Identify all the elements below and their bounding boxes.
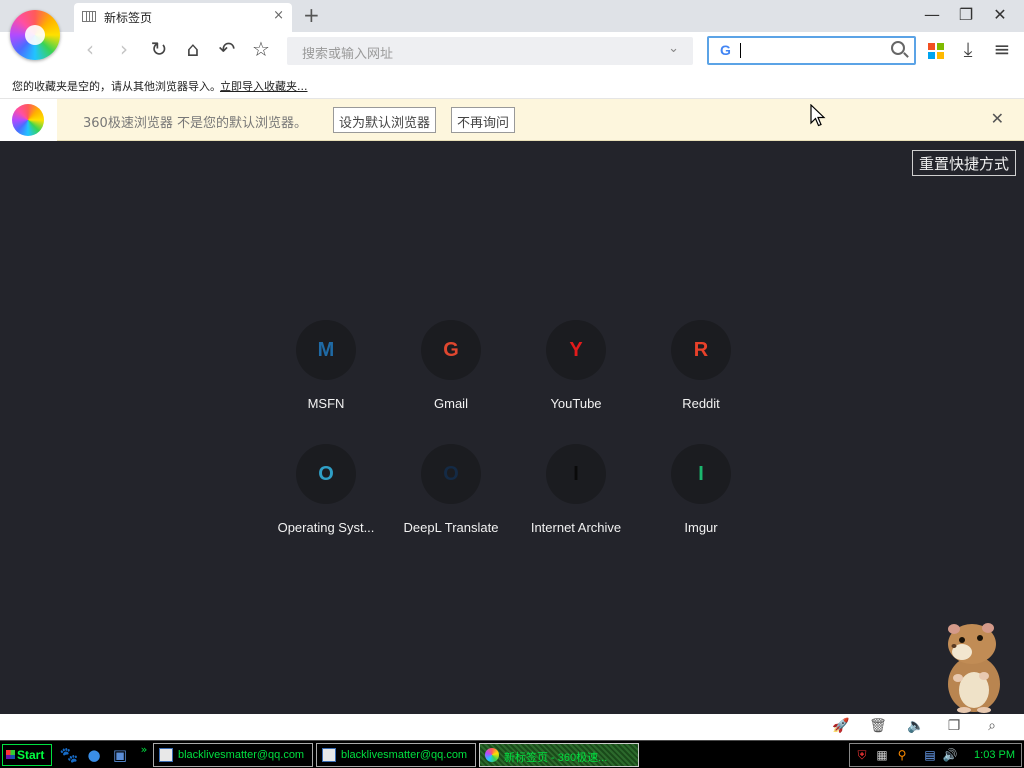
network-monitor-icon[interactable]: ▦ <box>874 748 890 764</box>
shortcut-label: YouTube <box>550 396 602 411</box>
shortcut-icon: Y <box>546 320 606 380</box>
window-icon[interactable]: ❐ <box>943 718 965 734</box>
tab-strip: 新标签页 × + — ❐ ✕ <box>0 0 1024 32</box>
taskbar: Start 🐾 ● ▣ » blacklivesmatter@qq.com bl… <box>0 740 1024 768</box>
shortcut-label: Gmail <box>434 396 468 411</box>
quicklaunch-explorer-icon[interactable]: ▣ <box>110 746 130 764</box>
text-caret <box>740 43 741 58</box>
taskbar-button-email-1[interactable]: blacklivesmatter@qq.com <box>153 743 313 767</box>
shortcut-gmail[interactable]: G Gmail <box>396 320 506 411</box>
mouse-cursor-icon <box>810 104 826 127</box>
apps-grid-icon[interactable] <box>928 43 944 59</box>
tab-new-tab[interactable]: 新标签页 × <box>74 3 292 32</box>
page-icon <box>82 11 96 22</box>
quicklaunch-chevron-icon[interactable]: » <box>134 743 154 756</box>
window-icon <box>322 748 336 762</box>
shortcut-label: MSFN <box>307 396 345 411</box>
shortcut-icon: G <box>421 320 481 380</box>
shortcut-label: Operating Syst... <box>277 520 375 535</box>
home-button[interactable]: ⌂ <box>179 37 207 61</box>
toolbar: ‹ › ↻ ⌂ ↶ ☆ 搜索或输入网址 ⌄ G ⤓ ≡ <box>0 32 1024 70</box>
download-icon[interactable]: ⤓ <box>955 37 981 61</box>
shield-icon[interactable]: ⛨ <box>854 748 870 764</box>
tab-close-icon[interactable]: × <box>273 8 284 23</box>
new-tab-button[interactable]: + <box>303 3 320 27</box>
infobar-close-icon[interactable]: ✕ <box>991 109 1004 128</box>
taskbar-button-browser[interactable]: 新标签页 - 360极速... <box>479 743 639 767</box>
shortcut-reddit[interactable]: R Reddit <box>646 320 756 411</box>
hamster-pet-image[interactable] <box>940 618 1006 714</box>
quicklaunch-cat-icon[interactable]: 🐾 <box>59 746 79 764</box>
search-input[interactable]: G <box>707 36 916 65</box>
shortcut-operating-systems[interactable]: O Operating Syst... <box>271 444 381 535</box>
minimize-button[interactable]: — <box>920 5 944 24</box>
shortcut-deepl[interactable]: O DeepL Translate <box>396 444 506 535</box>
close-window-button[interactable]: ✕ <box>988 5 1012 24</box>
address-dropdown-icon[interactable]: ⌄ <box>668 41 679 56</box>
menu-icon[interactable]: ≡ <box>989 37 1015 61</box>
shortcut-icon: I <box>671 444 731 504</box>
magnifier-icon[interactable]: ⚲ <box>894 748 910 764</box>
search-icon[interactable]: ⌕ <box>981 718 1003 734</box>
start-button[interactable]: Start <box>2 744 52 766</box>
dont-ask-button[interactable]: 不再询问 <box>451 107 516 133</box>
default-browser-infobar: 360极速浏览器 不是您的默认浏览器。 设为默认浏览器 不再询问 ✕ <box>0 99 1024 141</box>
shortcut-youtube[interactable]: Y YouTube <box>521 320 631 411</box>
system-tray: ⛨ ▦ ⚲ ▤ 🔊 1:03 PM <box>849 743 1022 767</box>
shortcut-label: Internet Archive <box>530 520 622 535</box>
shortcut-label: Imgur <box>684 520 718 535</box>
shortcut-icon: I <box>546 444 606 504</box>
shortcut-imgur[interactable]: I Imgur <box>646 444 756 535</box>
reload-button[interactable]: ↻ <box>145 37 173 61</box>
shortcut-icon: M <box>296 320 356 380</box>
address-bar[interactable]: 搜索或输入网址 ⌄ <box>287 37 693 65</box>
shortcut-icon: O <box>296 444 356 504</box>
shortcut-icon: O <box>421 444 481 504</box>
set-default-button[interactable]: 设为默认浏览器 <box>333 107 437 133</box>
tab-title: 新标签页 <box>104 11 153 25</box>
import-bookmarks-link[interactable]: 立即导入收藏夹... <box>220 78 308 94</box>
restore-button[interactable]: ❐ <box>954 5 978 24</box>
reset-shortcuts-button[interactable]: 重置快捷方式 <box>911 150 1016 176</box>
search-icon[interactable] <box>891 41 905 55</box>
network-icon[interactable]: ▤ <box>922 748 938 764</box>
browser-logo-icon <box>485 748 499 762</box>
undo-close-tab-button[interactable]: ↶ <box>213 37 241 61</box>
shortcut-label: Reddit <box>682 396 720 411</box>
taskbar-button-label: blacklivesmatter@qq.com <box>341 749 468 761</box>
bookmarks-empty-message: 您的收藏夹是空的，请从其他浏览器导入。 <box>12 80 221 93</box>
google-icon[interactable]: G <box>720 42 731 58</box>
trash-icon[interactable]: 🗑 <box>867 718 889 734</box>
taskbar-button-label: 新标签页 - 360极速... <box>504 752 608 764</box>
bookmarks-bar: 您的收藏夹是空的，请从其他浏览器导入。 立即导入收藏夹... <box>0 70 1024 99</box>
favorite-star-button[interactable]: ☆ <box>247 37 275 61</box>
speaker-icon[interactable]: 🔈 <box>905 718 927 734</box>
window-icon <box>159 748 173 762</box>
shortcut-internet-archive[interactable]: I Internet Archive <box>521 444 631 535</box>
quicklaunch-browser-icon[interactable]: ● <box>84 746 104 764</box>
shortcut-icon: R <box>671 320 731 380</box>
infobar-message: 360极速浏览器 不是您的默认浏览器。 <box>83 116 307 131</box>
forward-button[interactable]: › <box>110 37 138 61</box>
browser-logo[interactable] <box>10 10 60 60</box>
back-button[interactable]: ‹ <box>76 37 104 61</box>
shortcut-msfn[interactable]: M MSFN <box>271 320 381 411</box>
clock: 1:03 PM <box>974 749 1015 761</box>
status-bar: 🚀 🗑 🔈 ❐ ⌕ <box>0 714 1024 740</box>
browser-logo-small <box>0 99 57 141</box>
volume-icon[interactable]: 🔊 <box>942 748 958 764</box>
taskbar-button-label: blacklivesmatter@qq.com <box>178 749 305 761</box>
address-placeholder: 搜索或输入网址 <box>302 47 394 62</box>
shortcut-label: DeepL Translate <box>403 520 499 535</box>
taskbar-button-email-2[interactable]: blacklivesmatter@qq.com <box>316 743 476 767</box>
rocket-icon[interactable]: 🚀 <box>830 718 852 734</box>
